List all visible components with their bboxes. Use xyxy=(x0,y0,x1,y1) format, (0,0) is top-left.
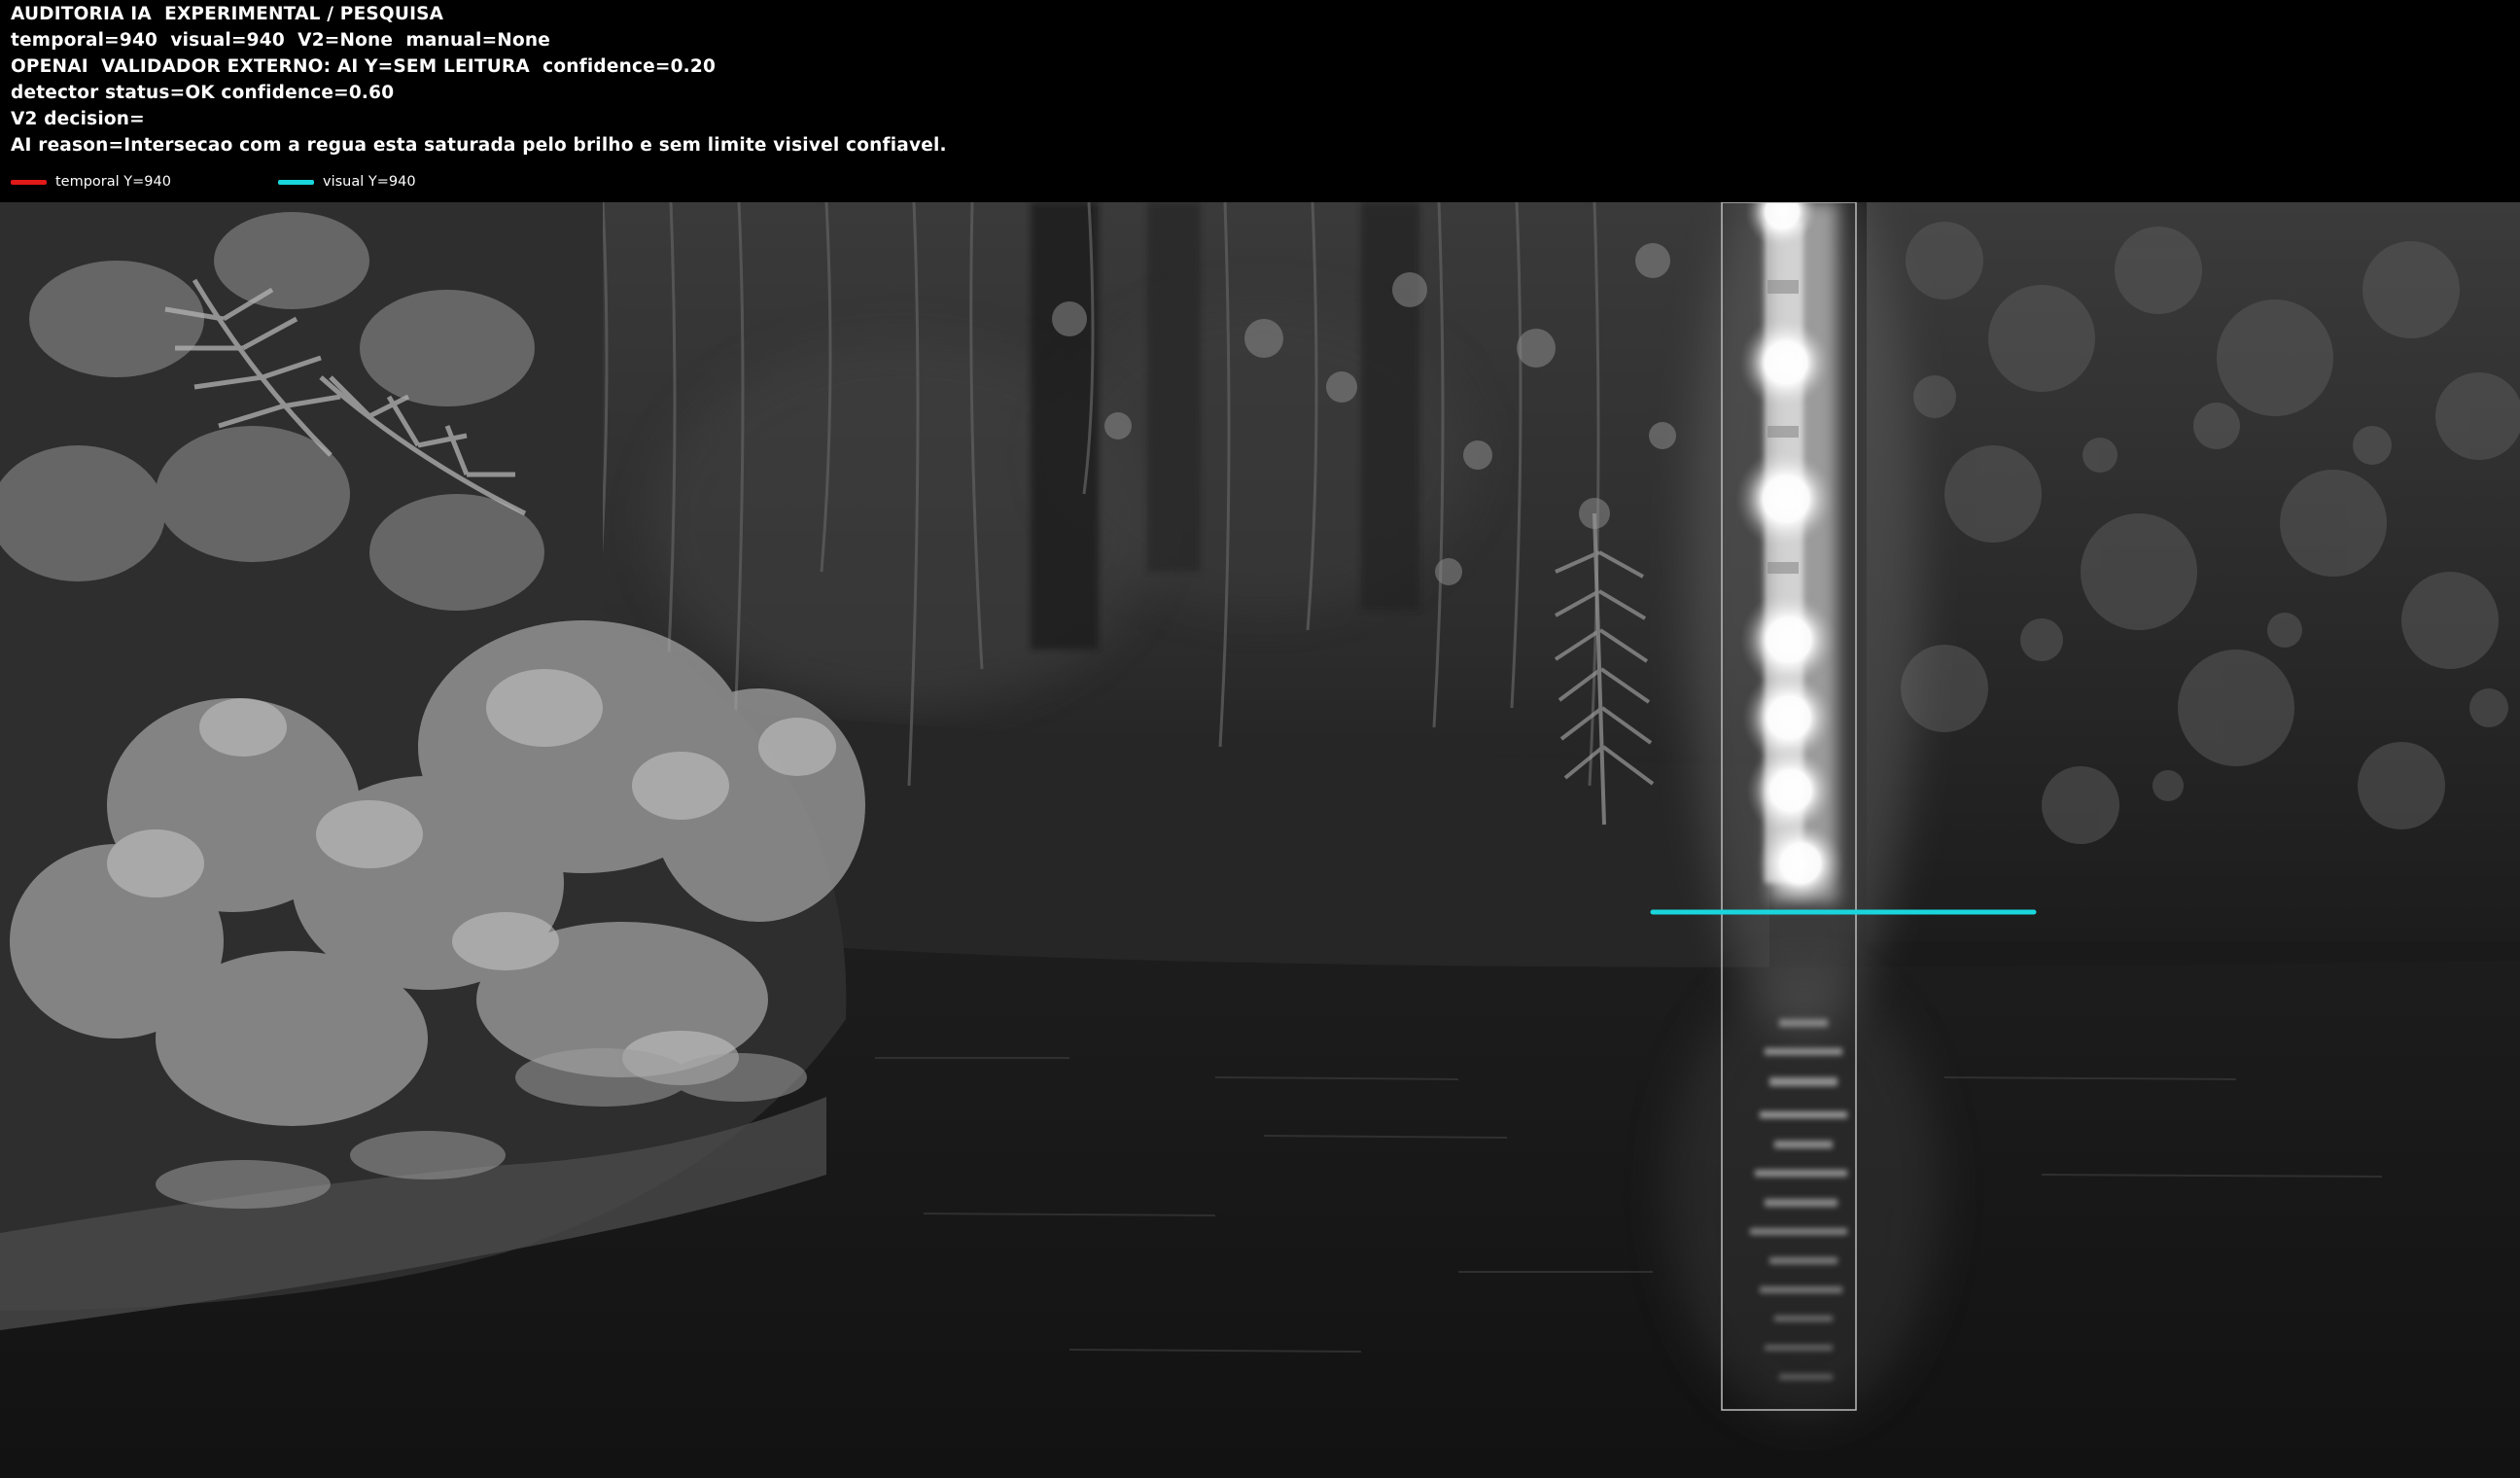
legend-temporal-swatch xyxy=(11,179,47,185)
camera-audit-view: AUDITORIA IA EXPERIMENTAL / PESQUISA tem… xyxy=(0,0,2520,1478)
hud-v2-decision: V2 decision= xyxy=(11,109,145,129)
hud-title: AUDITORIA IA EXPERIMENTAL / PESQUISA xyxy=(11,4,444,24)
night-river-scene xyxy=(0,202,2520,1478)
hud-ai-reason: AI reason=Intersecao com a regua esta sa… xyxy=(11,135,947,156)
legend-temporal-label: temporal Y=940 xyxy=(55,174,171,190)
legend-visual-label: visual Y=940 xyxy=(323,174,416,190)
legend-visual-swatch xyxy=(278,179,314,185)
camera-frame xyxy=(0,202,2520,1478)
legend-visual: visual Y=940 xyxy=(278,171,416,193)
legend-temporal: temporal Y=940 xyxy=(11,171,171,193)
hud-external-validator: OPENAI VALIDADOR EXTERNO: AI Y=SEM LEITU… xyxy=(11,56,717,77)
audit-hud-panel: AUDITORIA IA EXPERIMENTAL / PESQUISA tem… xyxy=(0,0,2520,202)
hud-readings: temporal=940 visual=940 V2=None manual=N… xyxy=(11,30,550,51)
hud-detector-status: detector status=OK confidence=0.60 xyxy=(11,83,395,103)
